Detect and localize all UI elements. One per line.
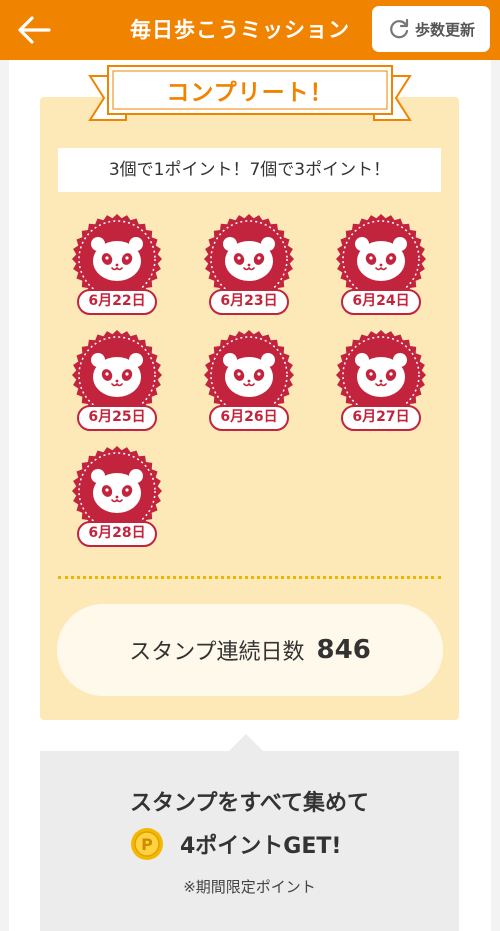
- app-header: 毎日歩こうミッション 歩数更新: [0, 0, 500, 60]
- reward-pointer: [228, 734, 264, 752]
- back-button[interactable]: [14, 10, 54, 50]
- stamp-date-label: 6月26日: [209, 405, 289, 431]
- stamp-item: 6月26日: [197, 329, 301, 433]
- reward-note: ※期間限定ポイント: [183, 878, 316, 896]
- page-title: 毎日歩こうミッション: [130, 18, 350, 42]
- stamp-item: 6月25日: [65, 329, 169, 433]
- stamp-date-label: 6月24日: [341, 289, 421, 315]
- complete-banner: コンプリート！: [86, 62, 414, 126]
- streak-value: 846: [316, 635, 371, 665]
- reward-points-text: 4ポイントGET!: [180, 834, 342, 859]
- stamp-rule-text: 3個で1ポイント！7個で3ポイント！: [58, 148, 441, 192]
- point-coin-icon: P: [131, 828, 163, 860]
- stamp-item: 6月23日: [197, 213, 301, 317]
- streak-label: スタンプ連続日数: [129, 640, 305, 665]
- stamp-date-label: 6月22日: [77, 289, 157, 315]
- reward-points: P 4ポイントGET!: [130, 822, 341, 866]
- streak-counter: スタンプ連続日数 846: [57, 604, 443, 696]
- stamp-item: 6月24日: [329, 213, 433, 317]
- stamp-date-label: 6月27日: [341, 405, 421, 431]
- complete-banner-text: コンプリート！: [166, 80, 334, 106]
- refresh-icon: [390, 18, 409, 39]
- stamp-item: 6月28日: [65, 445, 169, 549]
- stamp-date-label: 6月28日: [77, 521, 157, 547]
- arrow-left-icon: [18, 16, 51, 44]
- stamp-item: 6月27日: [329, 329, 433, 433]
- refresh-steps-label: 歩数更新: [414, 20, 475, 39]
- refresh-steps-button[interactable]: 歩数更新: [372, 6, 490, 52]
- dotted-divider: [58, 576, 441, 579]
- stamp-date-label: 6月23日: [209, 289, 289, 315]
- reward-title: スタンプをすべて集めて: [130, 791, 369, 816]
- svg-text:P: P: [141, 835, 153, 854]
- stamp-item: 6月22日: [65, 213, 169, 317]
- stamp-date-label: 6月25日: [77, 405, 157, 431]
